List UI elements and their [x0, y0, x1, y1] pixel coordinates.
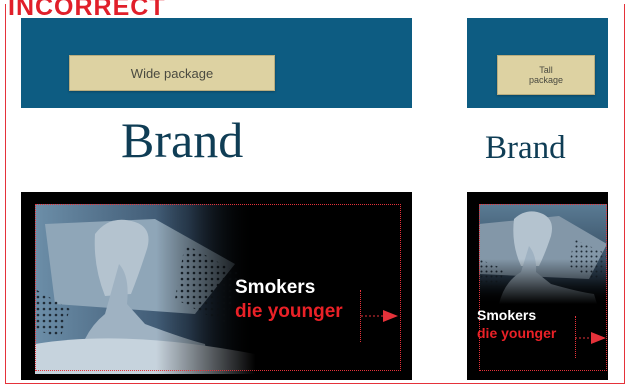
tall-package-warning-text: Smokers die younger [477, 306, 556, 342]
tall-package-label-text: Tall package [528, 65, 564, 85]
wide-package-warning-area [35, 204, 401, 371]
tall-package-warning-line1: Smokers [477, 307, 537, 323]
tall-package-brand: Brand [485, 130, 566, 166]
tall-package: Tall package Brand Smokers die younger [467, 18, 608, 380]
wide-package-arrow-icon [361, 310, 398, 322]
wide-package-label-text: Wide package [130, 65, 214, 81]
tall-package-warning-area [479, 204, 607, 371]
wide-package-label: Wide package [69, 55, 275, 91]
tall-package-warning: Smokers die younger [467, 192, 608, 380]
tall-package-label: Tall package [497, 55, 595, 95]
wide-package-brand: Brand [121, 112, 244, 168]
wide-package-warning: Smokers die younger [21, 192, 412, 380]
tall-package-arrow-icon [575, 332, 606, 344]
incorrect-heading: INCORRECT [8, 0, 166, 21]
wide-package-warning-line1: Smokers [235, 277, 316, 298]
wide-package-warning-text: Smokers die younger [235, 276, 343, 324]
wide-package: Wide package Brand Smokers die younger [21, 18, 412, 380]
tall-package-warning-line2: die younger [477, 325, 557, 341]
wide-package-warning-line2: die younger [235, 301, 343, 322]
